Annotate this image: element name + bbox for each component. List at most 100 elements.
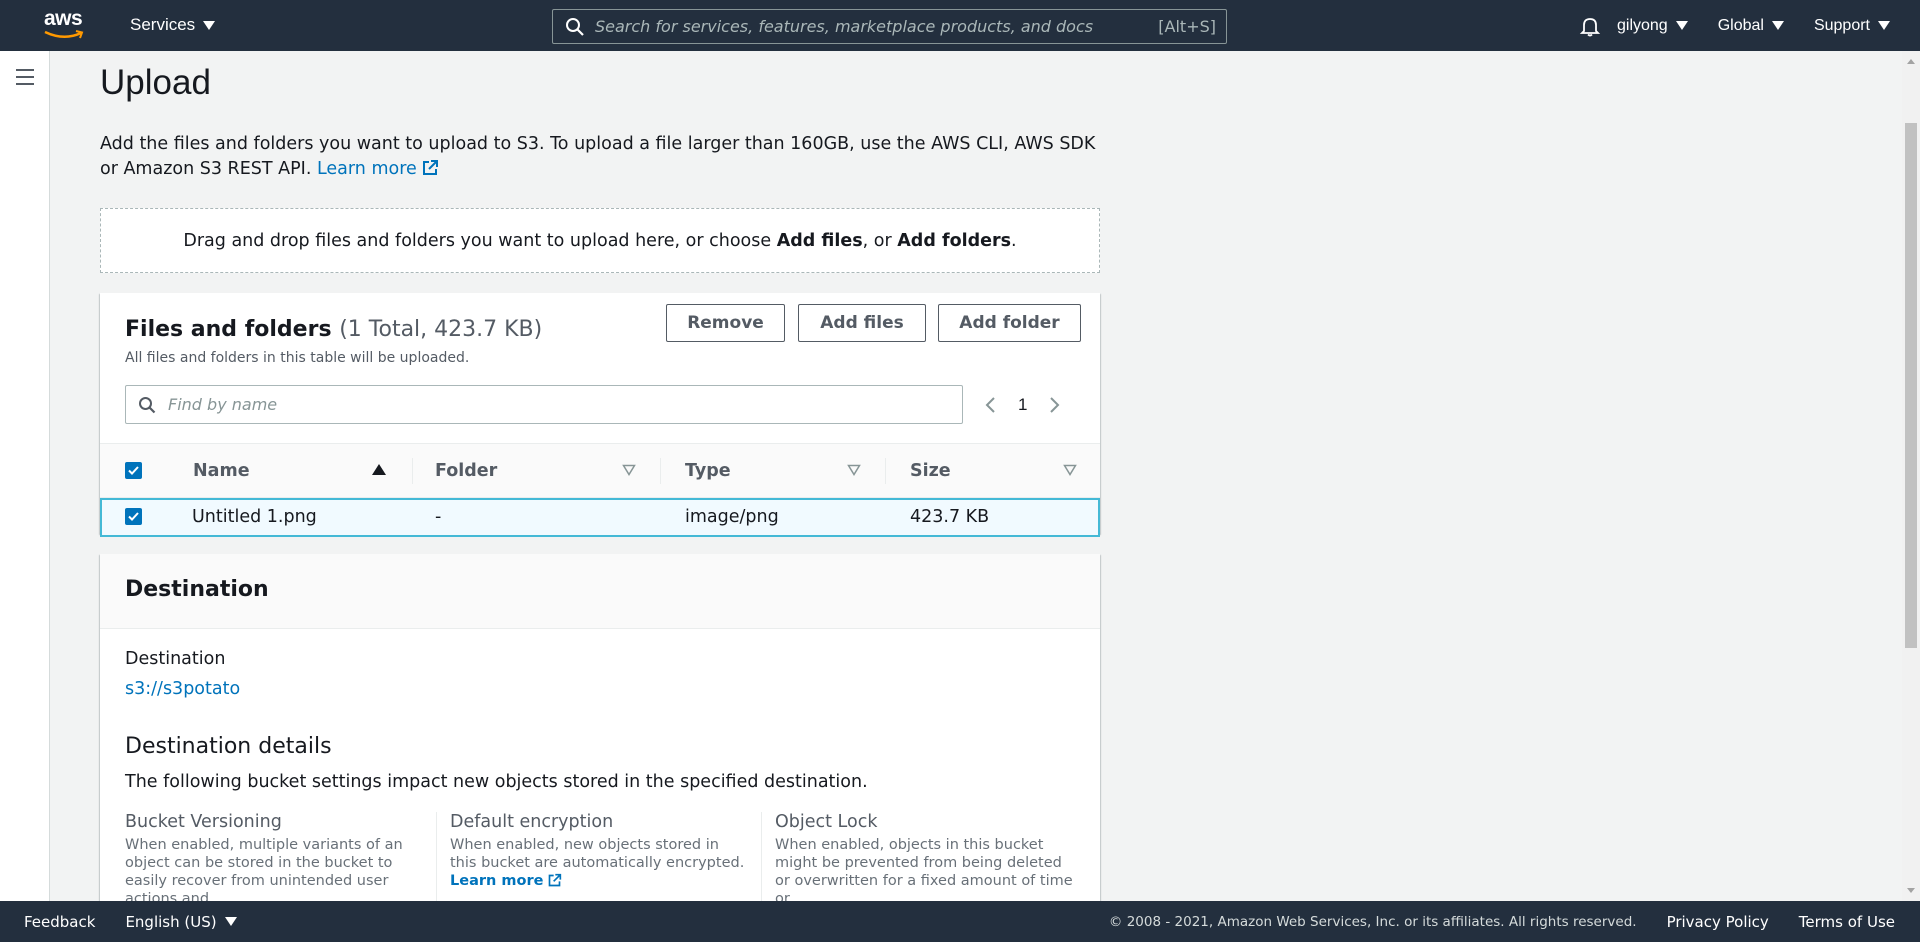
user-menu[interactable]: gilyong <box>1617 17 1688 35</box>
column-divider <box>660 458 661 484</box>
copyright-text: © 2008 - 2021, Amazon Web Services, Inc.… <box>1108 913 1637 930</box>
files-panel-title: Files and folders <box>125 317 332 342</box>
sort-ascending-icon[interactable] <box>372 464 386 475</box>
sort-indicator-icon[interactable] <box>622 464 636 476</box>
global-search[interactable]: [Alt+S] <box>552 9 1227 44</box>
dropzone-suffix: . <box>1011 230 1017 251</box>
destination-header: Destination <box>100 554 1100 629</box>
caret-down-icon <box>1675 21 1688 30</box>
find-by-name-field[interactable] <box>125 385 963 424</box>
caret-down-icon <box>1878 21 1890 30</box>
support-menu[interactable]: Support <box>1814 17 1890 35</box>
dropzone-add-files: Add files <box>776 230 863 251</box>
check-icon <box>128 512 139 521</box>
setting-divider <box>436 812 437 907</box>
setting-description: When enabled, multiple variants of an ob… <box>125 837 403 907</box>
setting-description: When enabled, objects in this bucket mig… <box>775 837 1073 907</box>
dropzone-mid: , or <box>862 230 892 251</box>
column-header-type[interactable]: Type <box>685 461 731 481</box>
feedback-link[interactable]: Feedback <box>24 913 95 931</box>
search-input[interactable] <box>595 17 1159 36</box>
search-icon <box>566 17 584 36</box>
bell-icon[interactable] <box>1579 15 1601 37</box>
destination-label: Destination <box>125 649 226 669</box>
check-icon <box>128 466 139 475</box>
destination-section-title: Destination <box>125 577 269 602</box>
setting-description-wrap: When enabled, new objects stored in this… <box>450 836 750 890</box>
setting-object-lock: Object Lock When enabled, objects in thi… <box>775 812 1075 908</box>
side-navigation-rail <box>0 51 50 901</box>
files-and-folders-panel: Files and folders (1 Total, 423.7 KB) Al… <box>100 293 1100 537</box>
add-files-button[interactable]: Add files <box>798 304 926 342</box>
support-label: Support <box>1813 16 1870 34</box>
setting-title: Object Lock <box>775 812 878 832</box>
page-title: Upload <box>100 63 211 102</box>
select-all-checkbox[interactable] <box>125 462 142 479</box>
caret-down-icon <box>1771 21 1784 30</box>
chevron-right-icon[interactable] <box>1049 396 1061 414</box>
dropzone-add-folders: Add folders <box>897 230 1012 251</box>
column-header-size[interactable]: Size <box>910 461 951 481</box>
files-count: (1 Total, 423.7 KB) <box>339 317 543 342</box>
destination-details-title: Destination details <box>125 734 332 759</box>
search-shortcut-hint: [Alt+S] <box>1158 17 1216 36</box>
column-header-folder[interactable]: Folder <box>435 461 497 481</box>
row-type: image/png <box>685 507 779 527</box>
user-label: gilyong <box>1617 16 1668 34</box>
aws-smile-icon <box>44 30 84 39</box>
services-menu[interactable]: Services <box>130 15 216 35</box>
sort-indicator-icon[interactable] <box>847 464 861 476</box>
files-panel-description: All files and folders in this table will… <box>125 350 470 366</box>
page-scrollbar[interactable] <box>1902 51 1920 901</box>
footer-right-group: © 2008 - 2021, Amazon Web Services, Inc.… <box>1109 913 1895 931</box>
dropzone-prefix: Drag and drop files and folders you want… <box>183 230 772 251</box>
setting-bucket-versioning: Bucket Versioning When enabled, multiple… <box>125 812 425 908</box>
setting-title: Default encryption <box>450 812 614 832</box>
aws-logo-text: aws <box>44 7 83 30</box>
nav-right-group: gilyong Global Support <box>1579 0 1920 51</box>
caret-down-icon <box>224 917 237 926</box>
page-footer: Feedback English (US) © 2008 - 2021, Ama… <box>0 901 1920 942</box>
upload-dropzone[interactable]: Drag and drop files and folders you want… <box>100 208 1100 273</box>
region-menu[interactable]: Global <box>1718 17 1784 35</box>
intro-body: Add the files and folders you want to up… <box>100 134 1096 179</box>
row-size: 423.7 KB <box>910 507 990 527</box>
language-selector[interactable]: English (US) <box>125 912 237 931</box>
setting-learn-more-link[interactable]: Learn more <box>450 873 562 889</box>
row-name: Untitled 1.png <box>192 507 317 527</box>
top-navigation: aws Services [Alt+S] gilyong Global <box>0 0 1920 51</box>
scroll-down-arrow-icon[interactable] <box>1907 888 1915 893</box>
chevron-left-icon[interactable] <box>984 396 996 414</box>
setting-learn-more-label: Learn more <box>450 873 544 889</box>
hamburger-menu-icon[interactable] <box>16 69 34 85</box>
destination-bucket-link[interactable]: s3://s3potato <box>125 679 240 699</box>
column-header-name[interactable]: Name <box>193 461 250 481</box>
destination-details-description: The following bucket settings impact new… <box>125 772 868 792</box>
region-label: Global <box>1717 16 1764 34</box>
external-link-icon <box>422 160 438 175</box>
caret-down-icon <box>203 20 216 30</box>
aws-logo[interactable]: aws <box>44 8 92 42</box>
column-divider <box>885 458 886 484</box>
scrollbar-thumb[interactable] <box>1905 123 1917 648</box>
footer-left-group: Feedback English (US) <box>24 913 237 931</box>
find-by-name-input[interactable] <box>168 395 962 414</box>
sort-indicator-icon[interactable] <box>1063 464 1077 476</box>
column-divider <box>412 458 413 484</box>
scroll-up-arrow-icon[interactable] <box>1907 59 1915 64</box>
privacy-policy-link[interactable]: Privacy Policy <box>1667 913 1769 931</box>
remove-button[interactable]: Remove <box>666 304 785 342</box>
intro-text: Add the files and folders you want to up… <box>100 132 1110 182</box>
table-row[interactable]: Untitled 1.png - image/png 423.7 KB <box>100 498 1100 537</box>
setting-divider <box>761 812 762 907</box>
terms-of-use-link[interactable]: Terms of Use <box>1799 913 1895 931</box>
add-folder-button[interactable]: Add folder <box>938 304 1081 342</box>
row-folder: - <box>435 507 442 527</box>
learn-more-link[interactable]: Learn more <box>317 159 439 179</box>
setting-description: When enabled, new objects stored in this… <box>450 837 745 871</box>
row-checkbox[interactable] <box>125 508 142 525</box>
destination-panel: Destination Destination s3://s3potato De… <box>100 554 1100 942</box>
language-label: English (US) <box>125 912 217 931</box>
page-number[interactable]: 1 <box>1018 395 1027 415</box>
setting-default-encryption: Default encryption When enabled, new obj… <box>450 812 750 890</box>
